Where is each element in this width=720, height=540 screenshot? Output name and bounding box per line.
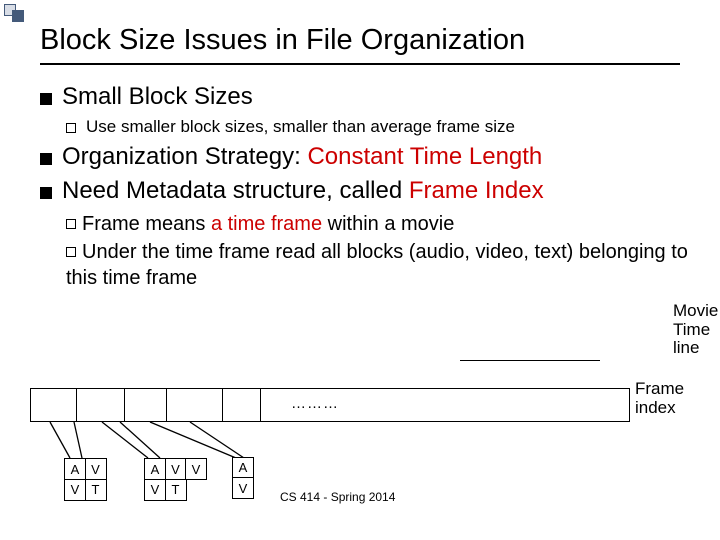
square-bullet-icon	[40, 153, 52, 165]
bullet-use-smaller: Use smaller block sizes, smaller than av…	[66, 117, 702, 137]
square-bullet-icon	[40, 187, 52, 199]
hollow-square-bullet-icon	[66, 219, 76, 229]
frame-cell	[167, 389, 223, 421]
frame-cell	[31, 389, 77, 421]
bullet-text: Use smaller block sizes, smaller than av…	[86, 117, 515, 137]
block-cell: V	[165, 458, 187, 480]
bullet-small-block-sizes: Small Block Sizes	[40, 83, 702, 111]
block-cell: V	[64, 479, 86, 501]
corner-graphic	[4, 4, 32, 28]
frame-index-diagram: ………	[30, 388, 700, 422]
ellipsis: ………	[291, 395, 339, 412]
label-movie-timeline: Movie Time line	[673, 302, 720, 358]
frame-index-row: ………	[30, 388, 630, 422]
bullet-text: Organization Strategy: Constant Time Len…	[62, 143, 542, 171]
block-cell: A	[232, 457, 254, 479]
bullet-text: Under the time frame read all blocks (au…	[66, 239, 702, 291]
block-cell: T	[165, 479, 187, 501]
hollow-square-bullet-icon	[66, 247, 76, 257]
bullet-text: Frame means a time frame within a movie	[66, 211, 454, 237]
block-cell: T	[85, 479, 107, 501]
movie-timeline-line	[460, 360, 600, 361]
block-cell: A	[144, 458, 166, 480]
block-group-1: A V V T	[64, 458, 107, 501]
block-cell: V	[185, 458, 207, 480]
bullet-text: Need Metadata structure, called Frame In…	[62, 177, 544, 205]
title-rule	[40, 63, 680, 65]
bullet-need-metadata: Need Metadata structure, called Frame In…	[40, 177, 702, 205]
square-bullet-icon	[40, 93, 52, 105]
frame-cell	[223, 389, 261, 421]
bullet-under-frame: Under the time frame read all blocks (au…	[66, 239, 702, 291]
bullet-text: Small Block Sizes	[62, 83, 253, 111]
block-group-3: A V	[232, 458, 254, 499]
block-cell: V	[85, 458, 107, 480]
slide-body: Block Size Issues in File Organization S…	[0, 0, 720, 303]
block-cell: A	[64, 458, 86, 480]
bullet-org-strategy: Organization Strategy: Constant Time Len…	[40, 143, 702, 171]
slide-title: Block Size Issues in File Organization	[40, 24, 702, 57]
block-cell: V	[144, 479, 166, 501]
block-cell: V	[232, 477, 254, 499]
bullet-frame-means: Frame means a time frame within a movie	[66, 211, 702, 237]
slide-footer: CS 414 - Spring 2014	[280, 490, 395, 504]
hollow-square-bullet-icon	[66, 123, 76, 133]
frame-cell	[125, 389, 167, 421]
frame-cell	[77, 389, 125, 421]
block-group-2: A V V V T	[144, 458, 207, 501]
label-frame-index: Frame index	[635, 380, 720, 417]
connector-lines	[30, 422, 330, 462]
